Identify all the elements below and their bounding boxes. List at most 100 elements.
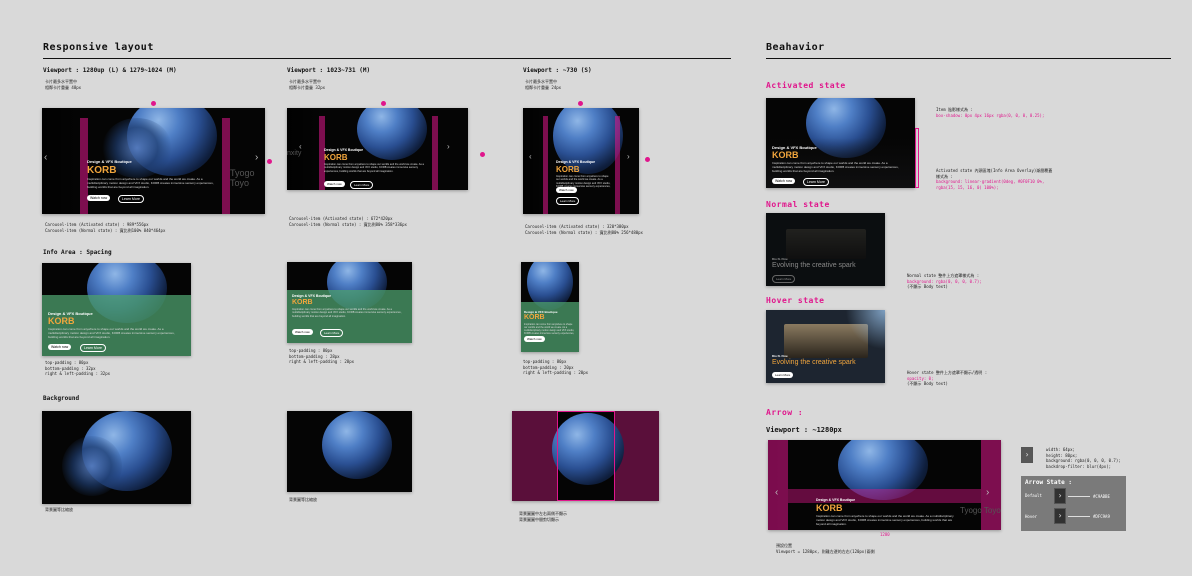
- divider: [43, 58, 731, 59]
- card-tag: Dio N. Fine: [772, 257, 788, 261]
- arrow-default-sample[interactable]: ›: [1054, 488, 1066, 504]
- watch-now-button[interactable]: Watch now: [556, 187, 577, 193]
- coral-image: [62, 436, 122, 496]
- note-background-small: 背景圖圖中左右兩側不顯示 背景圖圖中間剪切顯示: [519, 511, 567, 522]
- card-tag: Design & VFX Boutique: [324, 148, 364, 152]
- card-heading: Evolving the creative spark: [772, 359, 856, 366]
- card-tag: Design & VFX Boutique: [87, 159, 132, 164]
- card-title: KORB: [324, 153, 348, 162]
- hover-state-card[interactable]: Dio N. Fine Evolving the creative spark …: [766, 310, 885, 383]
- arrow-highlight: [768, 440, 788, 530]
- side-card: [42, 108, 80, 214]
- chevron-right-icon[interactable]: ›: [627, 152, 630, 161]
- marker-dot: [151, 101, 156, 106]
- chevron-left-icon[interactable]: ‹: [775, 487, 778, 498]
- learn-more-button[interactable]: Learn More: [80, 344, 106, 352]
- watch-now-button[interactable]: Watch now: [48, 344, 72, 350]
- crop-guide: [557, 411, 615, 501]
- arrow-highlight: [981, 440, 1001, 530]
- chevron-left-icon[interactable]: ‹: [529, 152, 532, 161]
- spacing-highlight: [222, 118, 230, 214]
- arrow-hover-label: Hover: [1025, 514, 1038, 519]
- card-description: Inspiration can come from anywhere to sh…: [324, 163, 424, 173]
- card-description: Inspiration can come from anywhere to sh…: [524, 323, 575, 335]
- card-tag: Design & VFX Boutique: [556, 160, 596, 164]
- info-area-title: Info Area : Spacing: [43, 249, 112, 256]
- note-padding-small: top-padding : 80px bottom-padding : 20px r…: [523, 359, 589, 375]
- card-description: Inspiration can come from anywhere to sh…: [292, 308, 402, 318]
- card-title: KORB: [48, 316, 75, 326]
- watch-now-button[interactable]: Watch now: [772, 178, 796, 184]
- chevron-right-icon[interactable]: ›: [255, 152, 258, 163]
- side-card: [523, 108, 543, 214]
- note-large-bottom: Carousel-item (Activated state) : 989*55…: [45, 222, 166, 233]
- card-title: KORB: [772, 150, 799, 160]
- note-background-medium: 背景圖等比縮放: [289, 497, 317, 502]
- arrow-bottom-notes: 預設位置 Viewport = 1280px, 則離左邊的左右(120px)兩側: [776, 543, 875, 554]
- marker-dot: [645, 157, 650, 162]
- info-area-large: Design & VFX Boutique KORB Inspiration c…: [42, 263, 191, 356]
- carousel-large[interactable]: ‹ › Design & VFX Boutique KORB Inspirati…: [42, 108, 265, 214]
- watch-now-button[interactable]: Watch now: [524, 336, 545, 342]
- background-medium: [287, 411, 412, 492]
- chevron-left-icon[interactable]: ‹: [44, 152, 47, 163]
- responsive-title: Responsive layout: [43, 42, 154, 53]
- overlay-guide: [915, 128, 919, 188]
- card-tag: Design & VFX Boutique: [816, 498, 856, 502]
- note-padding-large: top-padding : 80px bottom-padding : 32px r…: [45, 360, 111, 376]
- side-text: Tyogo Toyo: [960, 506, 1001, 515]
- card-tag: Design & VFX Boutique: [292, 294, 332, 298]
- spacing-highlight: [432, 116, 438, 190]
- learn-more-button[interactable]: Learn More: [350, 181, 374, 189]
- viewport-medium-label: Viewport : 1023~731 (M): [287, 67, 371, 74]
- note-background-large: 背景圖等比縮放: [45, 507, 73, 512]
- normal-state-card[interactable]: Dio N. Fine Evolving the creative spark …: [766, 213, 885, 286]
- viewport-large-label: Viewport : 1280up (L) & 1279~1024 (M): [43, 67, 177, 74]
- watch-now-button[interactable]: Watch now: [292, 329, 313, 335]
- carousel-medium[interactable]: ‹ › nxity Design & VFX Boutique KORB Ins…: [287, 108, 468, 190]
- learn-more-button[interactable]: Learn More: [118, 195, 144, 203]
- card-description: Inspiration can come from anywhere to sh…: [48, 327, 175, 339]
- activated-state-title: Activated state: [766, 81, 846, 90]
- learn-more-button[interactable]: Learn More: [772, 275, 796, 283]
- learn-more-button[interactable]: Learn More: [320, 329, 344, 337]
- marker-dot: [381, 101, 386, 106]
- note-large-top: 卡片最多水平置中 相鄰卡片重疊 48px: [45, 79, 82, 90]
- card-description: Inspiration can come from anywhere to sh…: [772, 161, 899, 173]
- watch-now-button[interactable]: Watch now: [87, 195, 111, 201]
- arrow-hover-sample[interactable]: ›: [1054, 508, 1066, 524]
- learn-more-button[interactable]: Learn More: [556, 197, 580, 205]
- note-medium-bottom: Carousel-item (Activated state) : 672*42…: [289, 216, 407, 227]
- side-card: [287, 108, 319, 190]
- arrow-hover-color: #DFC9A9: [1093, 514, 1110, 519]
- arrow-title: Arrow :: [766, 408, 804, 417]
- card-title: KORB: [292, 299, 313, 306]
- background-small: [512, 411, 659, 501]
- card-tag: Dio N. Fine: [772, 354, 788, 358]
- card-title: KORB: [556, 165, 580, 174]
- note-padding-medium: top-padding : 80px bottom-padding : 28px r…: [289, 348, 355, 364]
- note-medium-top: 卡片最多水平置中 相鄰卡片重疊 32px: [289, 79, 326, 90]
- spacing-highlight: [615, 116, 620, 214]
- card-title: KORB: [816, 503, 843, 513]
- learn-more-button[interactable]: Learn More: [772, 372, 794, 378]
- info-area-small: Design & VFX Boutique KORB Inspiration c…: [521, 262, 579, 352]
- activated-state-card[interactable]: Design & VFX Boutique KORB Inspiration c…: [766, 98, 915, 188]
- side-text: nxity: [287, 150, 302, 157]
- spacing-highlight: [543, 116, 548, 214]
- normal-notes: Normal state 整件上方遮罩樣式為 : background: rgb…: [907, 273, 982, 289]
- behavior-title: Beahavior: [766, 42, 825, 53]
- chevron-right-icon[interactable]: ›: [447, 142, 450, 151]
- chevron-right-icon[interactable]: ›: [986, 487, 989, 498]
- hover-state-title: Hover state: [766, 296, 825, 305]
- learn-more-button[interactable]: Learn More: [803, 178, 829, 186]
- arrow-default-label: Default: [1025, 493, 1042, 498]
- hover-notes: Hover state 整件上方遮罩不顯示/透明 : opacity: 0; (…: [907, 370, 988, 386]
- connector-line: [1068, 516, 1090, 517]
- carousel-small[interactable]: ‹ › Design & VFX Boutique KORB Inspirati…: [523, 108, 639, 214]
- background-large: [42, 411, 191, 504]
- marker-dot: [267, 159, 272, 164]
- note-small-bottom: Carousel-item (Activated state) : 320*38…: [525, 224, 643, 235]
- side-text: Tyogo Toyo: [230, 168, 255, 188]
- watch-now-button[interactable]: Watch now: [324, 181, 345, 187]
